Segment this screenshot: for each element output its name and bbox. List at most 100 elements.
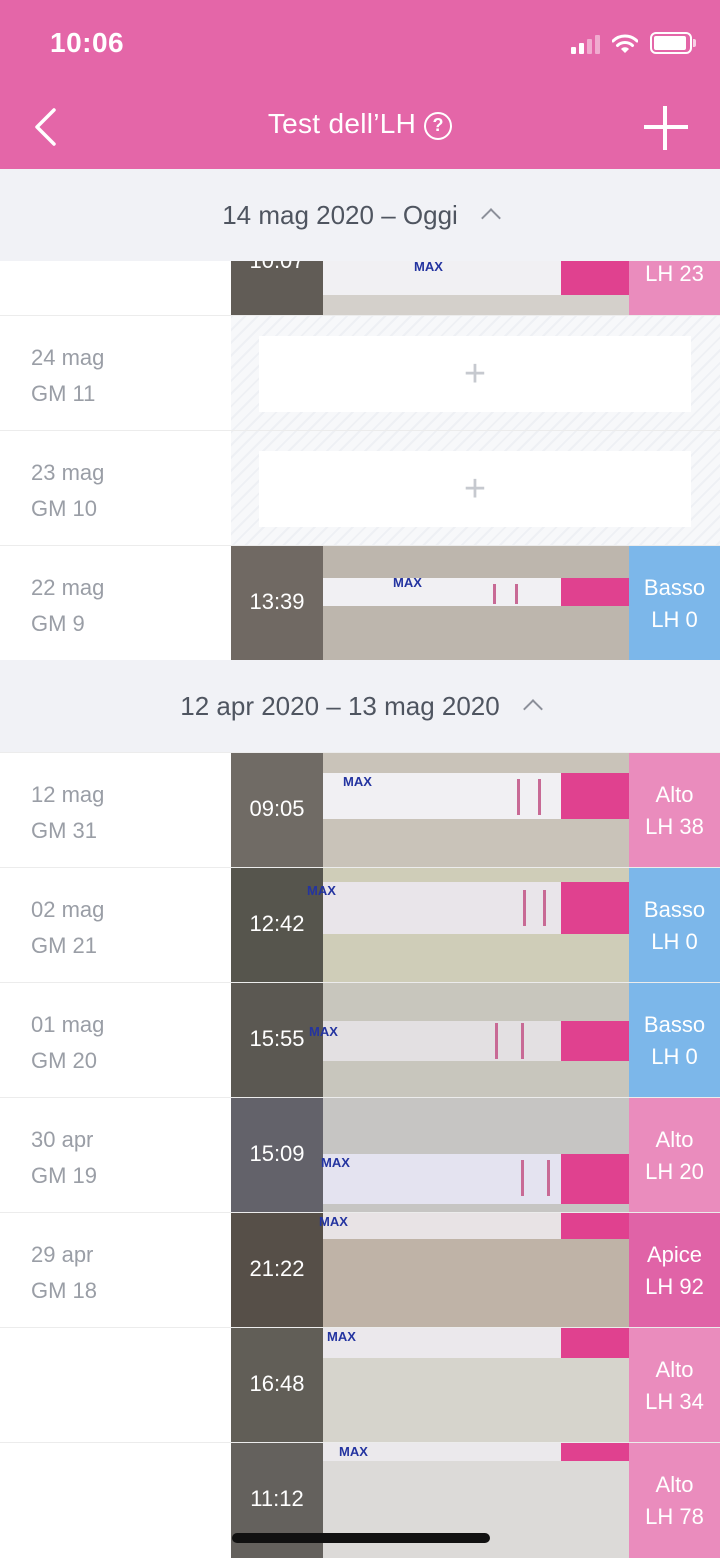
section-header-previous-cycle[interactable]: 12 apr 2020 – 13 mag 2020 [0, 660, 720, 752]
test-time: 11:12 [250, 1486, 304, 1511]
lh-value: LH 34 [645, 1389, 704, 1414]
add-test-card[interactable]: + [259, 451, 691, 527]
test-time: 12:42 [249, 911, 305, 936]
test-time: 15:55 [249, 1026, 305, 1051]
lh-level: Alto [655, 1472, 694, 1497]
status-icons [571, 32, 696, 54]
battery-icon [650, 32, 696, 54]
chevron-up-icon [480, 208, 501, 228]
lh-result: Alto LH 38 [629, 753, 720, 868]
test-row[interactable]: 12 mag GM 31 MAX 09:05 Alto LH 38 [0, 752, 720, 868]
test-row[interactable]: 29 apr GM 18 MAX 21:22 Apice LH 92 [0, 1212, 720, 1328]
test-strip-photo: MAX 21:22 [231, 1213, 629, 1328]
lh-result: Alto LH 78 [629, 1443, 720, 1558]
test-strip-photo: MAX 15:09 [231, 1098, 629, 1213]
section-header-current-sticky[interactable]: 14 mag 2020 – Oggi [0, 169, 720, 261]
day-date: 29 apr [31, 1242, 94, 1267]
home-indicator[interactable] [232, 1533, 490, 1543]
day-label: 29 apr GM 18 [31, 1237, 97, 1309]
test-row[interactable]: 22 mag GM 9 MAX 13:39 Basso LH 0 [0, 545, 720, 661]
test-time: 15:09 [249, 1141, 305, 1166]
test-strip-photo: MAX 16:48 [231, 1328, 629, 1443]
cycle-day: GM 21 [31, 933, 98, 958]
lh-result: Alto LH 20 [629, 1098, 720, 1213]
strip-max-label: MAX [339, 1444, 368, 1459]
cycle-day: GM 20 [31, 1048, 98, 1073]
test-row[interactable]: MAX 16:48 Alto LH 34 [0, 1327, 720, 1443]
lh-level: Alto [655, 782, 694, 807]
lh-result: Basso LH 0 [629, 868, 720, 983]
lh-level: Alto [655, 1357, 694, 1382]
help-icon[interactable]: ? [424, 112, 453, 140]
day-label: 01 mag GM 20 [31, 1007, 104, 1079]
test-row[interactable]: 02 mag GM 21 MAX 12:42 Basso LH 0 [0, 867, 720, 983]
strip-max-label: MAX [321, 1155, 350, 1170]
strip-max-label: MAX [343, 774, 372, 789]
lh-level: Basso [643, 1012, 706, 1037]
lh-level: Alto [655, 1127, 694, 1152]
page-title: Test dell’LH? [0, 108, 720, 140]
lh-value: LH 0 [651, 929, 698, 954]
cycle-day: GM 18 [31, 1278, 98, 1303]
test-time: 21:22 [249, 1256, 305, 1281]
lh-value: LH 38 [645, 814, 704, 839]
section-header-label: 12 apr 2020 – 13 mag 2020 [180, 690, 500, 721]
day-date: 02 mag [31, 897, 105, 922]
test-row[interactable]: 01 mag GM 20 MAX 15:55 Basso LH 0 [0, 982, 720, 1098]
signal-icon [571, 34, 600, 54]
lh-result: Alto LH 34 [629, 1328, 720, 1443]
test-time: 09:05 [249, 796, 305, 821]
day-label: 12 mag GM 31 [31, 777, 104, 849]
lh-level: Basso [643, 575, 706, 600]
day-label: 24 mag GM 11 [31, 340, 104, 412]
top-bar: 10:06 Test dell’LH? [0, 0, 720, 169]
strip-max-label: MAX [319, 1214, 348, 1229]
lh-value: LH 0 [651, 1044, 698, 1069]
test-row[interactable]: 30 apr GM 19 MAX 15:09 Alto LH 20 [0, 1097, 720, 1213]
lh-level: Apice [646, 1242, 703, 1267]
cycle-day: GM 11 [31, 381, 96, 406]
empty-test-slot: + [231, 431, 720, 546]
cycle-day: GM 19 [31, 1163, 98, 1188]
test-strip-photo: MAX 15:55 [231, 983, 629, 1098]
lh-value: LH 23 [645, 261, 704, 286]
test-time: 16:48 [249, 1371, 305, 1396]
test-strip-photo: MAX 13:39 [231, 546, 629, 661]
add-test-button[interactable] [642, 104, 690, 152]
day-label: 23 mag GM 10 [31, 455, 104, 527]
day-label: 22 mag GM 9 [31, 570, 104, 642]
test-strip-photo: MAX 12:42 [231, 868, 629, 983]
lh-value: LH 78 [645, 1504, 704, 1529]
cycle-day: GM 10 [31, 496, 98, 521]
day-label: 30 apr GM 19 [31, 1122, 97, 1194]
cycle-day: GM 31 [31, 818, 98, 843]
lh-value: LH 0 [651, 607, 698, 632]
day-label: 02 mag GM 21 [31, 892, 104, 964]
day-date: 30 apr [31, 1127, 94, 1152]
strip-max-label: MAX [327, 1329, 356, 1344]
lh-level: Basso [643, 897, 706, 922]
cycle-day: GM 9 [31, 611, 85, 636]
day-date: 24 mag [31, 345, 105, 370]
strip-max-label: MAX [414, 259, 443, 274]
strip-max-label: MAX [393, 575, 422, 590]
empty-test-slot: + [231, 316, 720, 431]
wifi-icon [612, 34, 638, 53]
day-row: 23 mag GM 10 + [0, 430, 720, 546]
status-time: 10:06 [50, 27, 125, 58]
day-date: 22 mag [31, 575, 105, 600]
test-time: 13:39 [249, 589, 305, 614]
day-date: 12 mag [31, 782, 105, 807]
day-row: 24 mag GM 11 + [0, 315, 720, 431]
add-test-card[interactable]: + [259, 336, 691, 412]
page-title-text: Test dell’LH [267, 108, 417, 139]
day-date: 23 mag [31, 460, 105, 485]
section-header-label: 14 mag 2020 – Oggi [222, 199, 458, 230]
test-strip-photo: MAX 09:05 [231, 753, 629, 868]
lh-result: Basso LH 0 [629, 546, 720, 661]
chevron-up-icon [522, 699, 543, 719]
lh-value: LH 20 [645, 1159, 704, 1184]
lh-value: LH 92 [645, 1274, 704, 1299]
lh-result: Apice LH 92 [629, 1213, 720, 1328]
lh-result: Basso LH 0 [629, 983, 720, 1098]
